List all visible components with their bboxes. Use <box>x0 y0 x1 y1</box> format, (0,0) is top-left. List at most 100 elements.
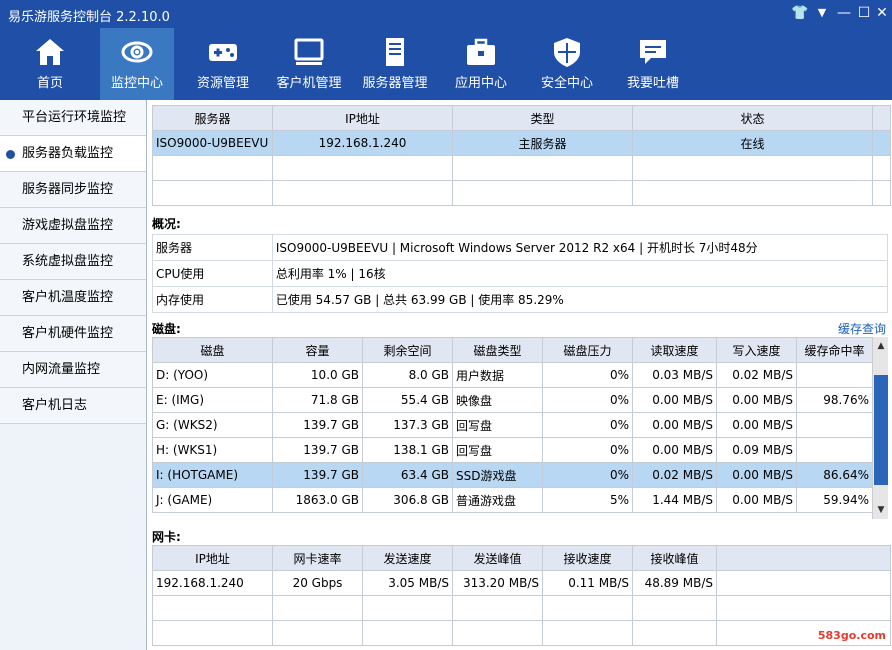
table-row[interactable]: 192.168.1.240 20 Gbps 3.05 MB/S 313.20 M… <box>152 570 891 596</box>
nav-monitor[interactable]: 监控中心 <box>100 28 174 100</box>
column-header[interactable]: 接收速度 <box>542 545 633 571</box>
column-header[interactable]: 网卡速率 <box>272 545 363 571</box>
sidebar-item-system-vdisk[interactable]: 系统虚拟盘监控 <box>0 244 146 280</box>
column-header[interactable]: 状态 <box>632 105 873 131</box>
column-header[interactable]: 缓存命中率 <box>796 337 873 363</box>
nav-label: 安全中心 <box>540 76 593 91</box>
app-title: 易乐游服务控制台 2.2.10.0 <box>8 10 170 25</box>
minimize-icon[interactable]: — <box>834 4 854 22</box>
table-row[interactable]: D: (YOO) 10.0 GB 8.0 GB 用户数据 0% 0.03 MB/S 0.02… <box>152 362 873 388</box>
close-icon[interactable]: ✕ <box>872 4 892 22</box>
column-header[interactable]: 磁盘类型 <box>452 337 543 363</box>
sidebar-item-label: 客户机日志 <box>22 398 88 413</box>
nav-security[interactable]: 安全中心 <box>524 28 610 100</box>
column-header[interactable]: 磁盘 <box>152 337 273 363</box>
server-table: 服务器 IP地址 类型 状态 ISO9000-U9BEEVU 192.168.1… <box>152 105 891 206</box>
table-cell: 86.64% <box>796 462 873 488</box>
table-cell <box>796 362 873 388</box>
column-header[interactable]: 读取速度 <box>632 337 717 363</box>
table-row[interactable]: ISO9000-U9BEEVU 192.168.1.240 主服务器 在线 <box>152 130 891 156</box>
table-cell: 在线 <box>632 130 873 156</box>
sidebar-item-client-log[interactable]: 客户机日志 <box>0 388 146 424</box>
column-header[interactable]: 发送峰值 <box>452 545 543 571</box>
nav-resources[interactable]: 资源管理 <box>180 28 266 100</box>
column-header[interactable]: 容量 <box>272 337 363 363</box>
table-cell: 0.02 MB/S <box>632 462 717 488</box>
nav-label: 应用中心 <box>454 76 507 91</box>
nav-home[interactable]: 首页 <box>7 28 93 100</box>
column-header[interactable]: 服务器 <box>152 105 273 131</box>
skin-icon[interactable]: 👕 <box>790 4 810 22</box>
scroll-down-icon[interactable]: ▼ <box>873 503 889 517</box>
table-cell: 映像盘 <box>452 387 543 413</box>
table-cell: 0.00 MB/S <box>632 437 717 463</box>
overview-value: ISO9000-U9BEEVU | Microsoft Windows Serv… <box>271 234 889 261</box>
table-row[interactable]: H: (WKS1) 139.7 GB 138.1 GB 回写盘 0% 0.00 MB/S 0… <box>152 437 873 463</box>
table-cell: ISO9000-U9BEEVU <box>152 130 273 156</box>
cache-query-link[interactable]: 缓存查询 <box>838 320 886 337</box>
table-cell: 20 Gbps <box>272 570 363 596</box>
overview-table: 服务器 ISO9000-U9BEEVU | Microsoft Windows … <box>152 234 889 313</box>
nav-label: 监控中心 <box>110 76 163 91</box>
maximize-icon[interactable]: ☐ <box>854 4 874 22</box>
table-row-empty <box>152 180 891 206</box>
table-row[interactable]: J: (GAME) 1863.0 GB 306.8 GB 普通游戏盘 5% 1.44 MB… <box>152 487 873 513</box>
sidebar-item-label: 平台运行环境监控 <box>22 110 127 125</box>
sidebar-item-game-vdisk[interactable]: 游戏虚拟盘监控 <box>0 208 146 244</box>
menu-dropdown-icon[interactable]: ▼ <box>812 4 832 22</box>
column-header[interactable]: 发送速度 <box>362 545 453 571</box>
sidebar-item-label: 游戏虚拟盘监控 <box>22 218 114 233</box>
sidebar-item-server-load[interactable]: 服务器负载监控 <box>0 136 146 172</box>
scroll-thumb[interactable] <box>874 375 888 485</box>
title-bar: 易乐游服务控制台 2.2.10.0 👕 ▼ — ☐ ✕ <box>0 0 892 28</box>
chat-icon <box>640 40 666 64</box>
table-cell <box>872 130 891 156</box>
table-cell: 98.76% <box>796 387 873 413</box>
disk-table: 磁盘 容量 剩余空间 磁盘类型 磁盘压力 读取速度 写入速度 缓存命中率 D: … <box>152 337 873 513</box>
nav-apps[interactable]: 应用中心 <box>438 28 524 100</box>
table-cell: 0.00 MB/S <box>716 462 797 488</box>
sidebar-item-client-temp[interactable]: 客户机温度监控 <box>0 280 146 316</box>
column-header[interactable]: 接收峰值 <box>632 545 717 571</box>
nav-label: 首页 <box>36 76 63 91</box>
table-cell: 回写盘 <box>452 437 543 463</box>
table-cell: D: (YOO) <box>152 362 273 388</box>
table-cell: 138.1 GB <box>362 437 453 463</box>
column-header[interactable]: IP地址 <box>152 545 273 571</box>
sidebar-item-platform[interactable]: 平台运行环境监控 <box>0 100 146 136</box>
table-cell: 139.7 GB <box>272 412 363 438</box>
column-header[interactable]: 磁盘压力 <box>542 337 633 363</box>
table-cell: 306.8 GB <box>362 487 453 513</box>
column-header[interactable]: IP地址 <box>272 105 453 131</box>
nav-servers[interactable]: 服务器管理 <box>352 28 438 100</box>
column-header[interactable]: 写入速度 <box>716 337 797 363</box>
table-cell: 3.05 MB/S <box>362 570 453 596</box>
overview-row: CPU使用 总利用率 1% | 16核 <box>152 260 889 287</box>
table-cell: 0% <box>542 387 633 413</box>
server-icon <box>386 38 404 66</box>
shield-icon <box>554 38 580 67</box>
table-row[interactable]: I: (HOTGAME) 139.7 GB 63.4 GB SSD游戏盘 0% 0.02 … <box>152 462 873 488</box>
sidebar-item-server-sync[interactable]: 服务器同步监控 <box>0 172 146 208</box>
gamepad-icon <box>209 44 237 61</box>
table-cell: 用户数据 <box>452 362 543 388</box>
column-header[interactable]: 类型 <box>452 105 633 131</box>
table-cell: 5% <box>542 487 633 513</box>
table-cell: 8.0 GB <box>362 362 453 388</box>
sidebar-item-client-hardware[interactable]: 客户机硬件监控 <box>0 316 146 352</box>
table-cell: 71.8 GB <box>272 387 363 413</box>
nav-feedback[interactable]: 我要吐槽 <box>610 28 696 100</box>
disk-title: 磁盘: <box>152 322 181 336</box>
table-row[interactable]: G: (WKS2) 139.7 GB 137.3 GB 回写盘 0% 0.00 MB/S 0… <box>152 412 873 438</box>
table-cell: 137.3 GB <box>362 412 453 438</box>
disk-scrollbar[interactable]: ▲ ▼ <box>872 337 888 519</box>
nav-clients[interactable]: 客户机管理 <box>266 28 352 100</box>
table-row[interactable]: E: (IMG) 71.8 GB 55.4 GB 映像盘 0% 0.00 MB/S 0.00… <box>152 387 873 413</box>
nic-title: 网卡: <box>152 530 181 544</box>
table-cell: 0.00 MB/S <box>716 412 797 438</box>
toolbox-icon <box>467 38 495 65</box>
column-header[interactable]: 剩余空间 <box>362 337 453 363</box>
eye-icon <box>121 41 153 63</box>
scroll-up-icon[interactable]: ▲ <box>873 339 889 353</box>
sidebar-item-lan-traffic[interactable]: 内网流量监控 <box>0 352 146 388</box>
